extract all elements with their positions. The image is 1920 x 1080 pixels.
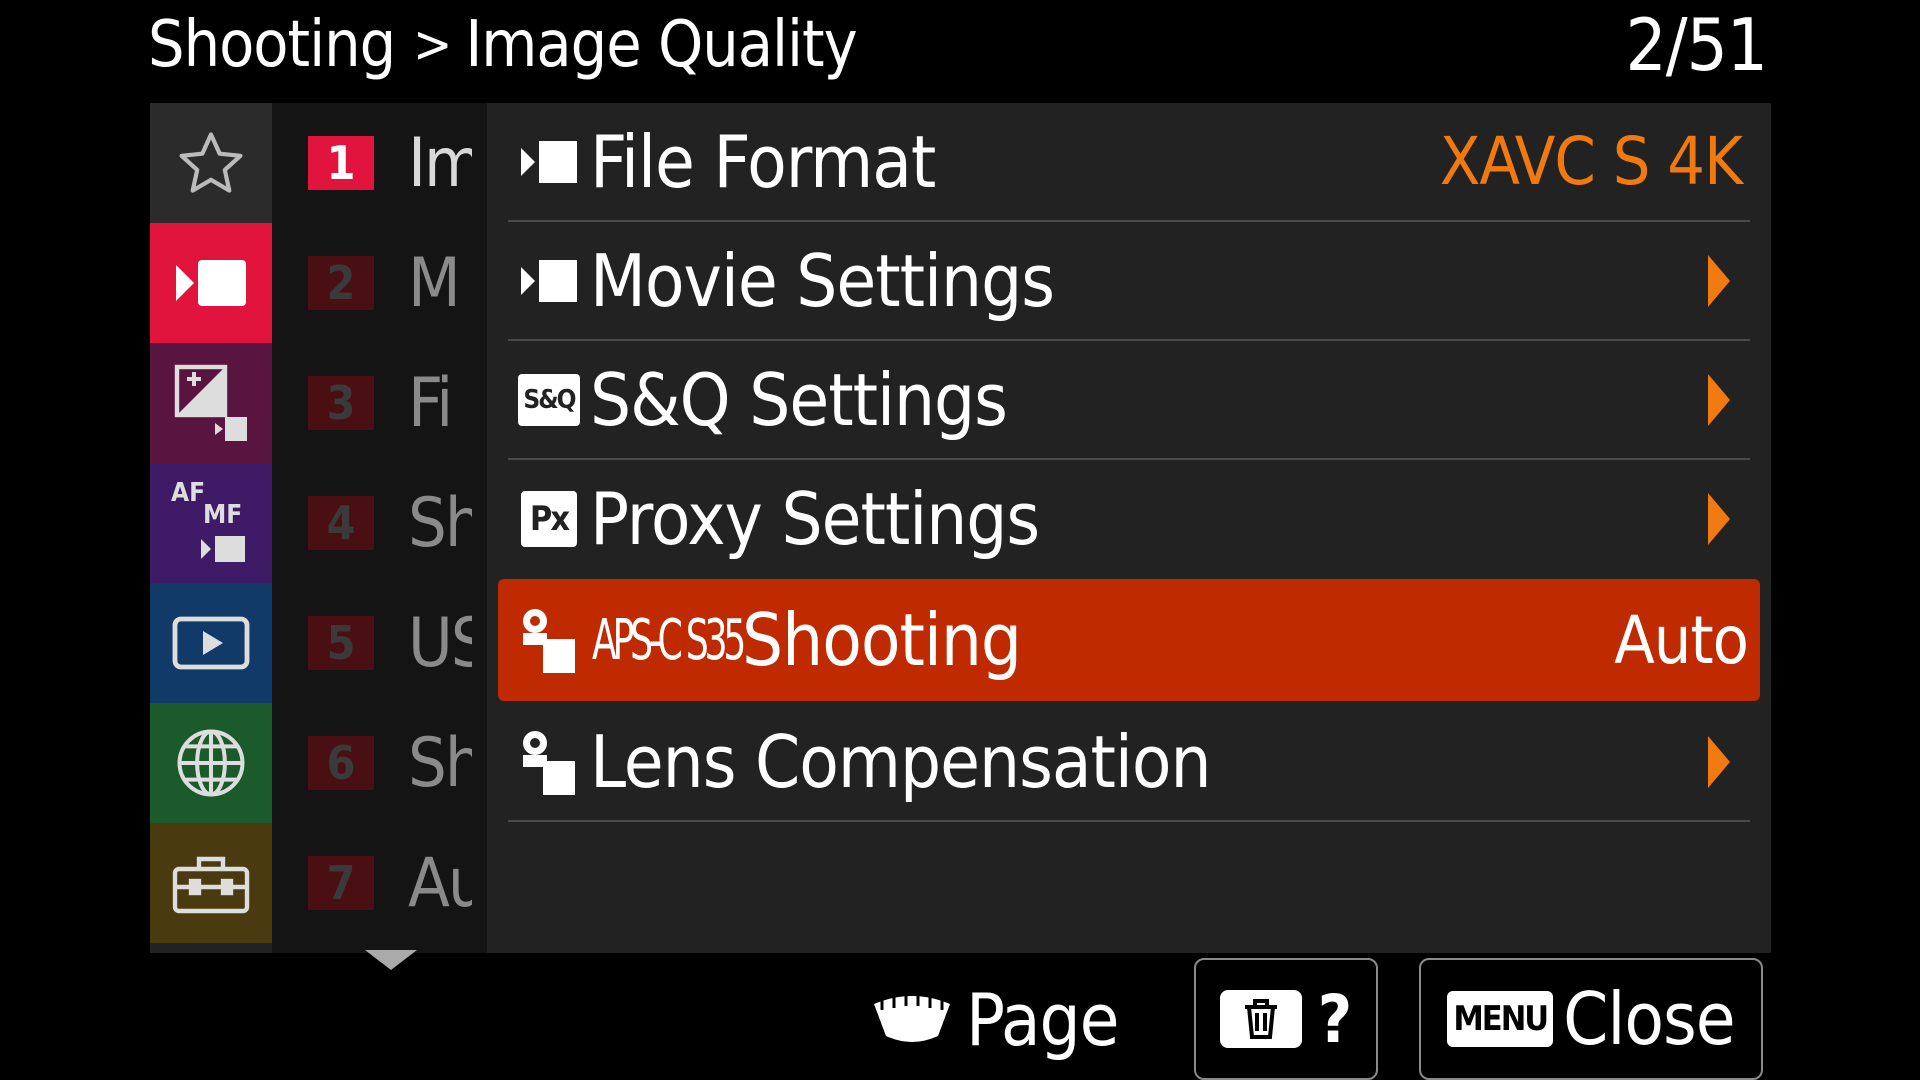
movie-icon [514, 246, 584, 316]
page-item-4[interactable]: 4 Sh [308, 463, 472, 583]
row-divider [508, 820, 1750, 822]
page-number: 2 [308, 256, 374, 310]
control-wheel-icon [874, 994, 950, 1042]
menu-row-sq-settings[interactable]: S&Q S&Q Settings [508, 341, 1750, 458]
movie-icon [514, 127, 584, 197]
tab-shooting[interactable] [150, 223, 272, 343]
page-number: 5 [308, 616, 374, 670]
page-item-6[interactable]: 6 Sh [308, 703, 472, 823]
page-name: Au [408, 843, 472, 923]
af-mf-icon: AF MF [171, 478, 251, 568]
page-name: Sh [408, 723, 472, 803]
sq-icon: S&Q [514, 365, 584, 435]
menu-row-file-format[interactable]: File Format XAVC S 4K [508, 103, 1750, 220]
apsc-s35-badge: APS-C S35 [592, 607, 746, 673]
menu-row-value: XAVC S 4K [1439, 123, 1743, 200]
page-item-3[interactable]: 3 Fi [308, 343, 472, 463]
tab-setup[interactable] [150, 823, 272, 943]
menu-row-value: Auto [1614, 601, 1749, 679]
page-label: Page [966, 978, 1120, 1062]
page-list: 1 Im 2M 3 Fi 4 Sh 5 US 6 Sh 7 Au [272, 103, 487, 953]
exposure-icon [174, 364, 247, 441]
tab-bar: AF MF [150, 103, 272, 953]
star-icon [179, 132, 243, 193]
trash-icon [1219, 990, 1302, 1048]
page-name: US [408, 603, 472, 683]
menu-row-label: Lens Compensation [590, 719, 1212, 804]
breadcrumb: Shooting > Image Quality [148, 2, 858, 88]
proxy-icon: Px [514, 484, 584, 554]
breadcrumb-section: Shooting [148, 8, 396, 82]
menu-row-label: S&Q Settings [590, 357, 1008, 442]
menu-row-movie-settings[interactable]: Movie Settings [508, 222, 1750, 339]
tab-my-menu[interactable] [150, 103, 272, 223]
page-title: Image Quality [465, 8, 857, 82]
menu-key-icon: MENU [1447, 991, 1554, 1047]
menu-row-lens-compensation[interactable]: Lens Compensation [508, 703, 1750, 820]
page-name: Fi [408, 363, 453, 443]
chevron-right-icon [1708, 373, 1730, 426]
page-dial-hint[interactable]: Page [870, 970, 1120, 1070]
toolbox-icon [172, 856, 250, 914]
movie-icon [176, 260, 246, 306]
page-item-2[interactable]: 2M [308, 223, 472, 343]
playback-icon [172, 616, 250, 670]
tab-focus[interactable]: AF MF [150, 463, 272, 583]
page-counter: 2/51 [1625, 3, 1768, 87]
page-number: 4 [308, 496, 374, 550]
breadcrumb-separator: > [413, 15, 452, 75]
tab-exposure-color[interactable] [150, 343, 272, 463]
page-name: Sh [408, 483, 472, 563]
page-item-7[interactable]: 7 Au [308, 823, 472, 943]
menu-row-proxy-settings[interactable]: Px Proxy Settings [508, 460, 1750, 577]
page-number: 7 [308, 856, 374, 910]
menu-row-label: Shooting [742, 598, 1022, 682]
menu-row-label: Proxy Settings [590, 476, 1040, 561]
tab-network[interactable] [150, 703, 272, 823]
page-number: 3 [308, 376, 374, 430]
chevron-right-icon [1708, 254, 1730, 307]
menu-row-label: File Format [590, 119, 936, 204]
page-number: 6 [308, 736, 374, 790]
page-item-5[interactable]: 5 US [308, 583, 472, 703]
close-button[interactable]: MENU Close [1419, 958, 1763, 1080]
page-name: M [408, 243, 461, 323]
page-item-1[interactable]: 1 Im [308, 103, 472, 223]
help-button[interactable]: ? [1194, 958, 1378, 1080]
close-label: Close [1563, 977, 1735, 1061]
help-question-mark: ? [1317, 980, 1353, 1058]
menu-row-apsc-shooting[interactable]: APS-C S35 Shooting Auto [498, 579, 1760, 701]
camera-still-movie-icon [514, 727, 584, 797]
globe-icon [177, 729, 245, 797]
chevron-right-icon [1708, 735, 1730, 788]
page-name: Im [408, 123, 472, 203]
camera-still-movie-icon [514, 605, 584, 675]
page-number: 1 [308, 136, 374, 190]
tab-playback[interactable] [150, 583, 272, 703]
chevron-right-icon [1708, 492, 1730, 545]
scroll-down-arrow-icon [365, 950, 417, 970]
menu-row-label: Movie Settings [590, 238, 1055, 323]
